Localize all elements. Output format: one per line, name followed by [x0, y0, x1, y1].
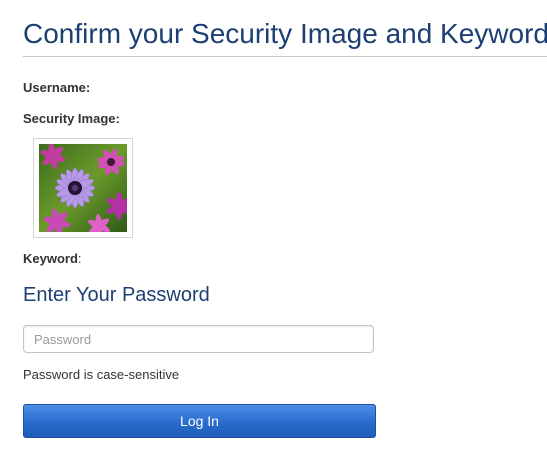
password-input[interactable]: [23, 325, 374, 353]
security-confirmation-page: Confirm your Security Image and Keyword …: [0, 0, 547, 452]
password-hint: Password is case-sensitive: [23, 367, 180, 382]
title-divider: [23, 56, 547, 57]
page-title: Confirm your Security Image and Keyword: [23, 18, 547, 49]
flowers-image: [39, 144, 127, 232]
login-button[interactable]: Log In: [23, 404, 376, 438]
security-image: [33, 138, 133, 238]
username-label: Username:: [23, 80, 91, 95]
keyword-label-text: Keyword: [23, 251, 78, 266]
security-image-label: Security Image:: [23, 111, 120, 126]
keyword-label-colon: :: [77, 251, 82, 266]
password-section-title: Enter Your Password: [23, 284, 210, 306]
keyword-label: Keyword:: [23, 251, 82, 266]
